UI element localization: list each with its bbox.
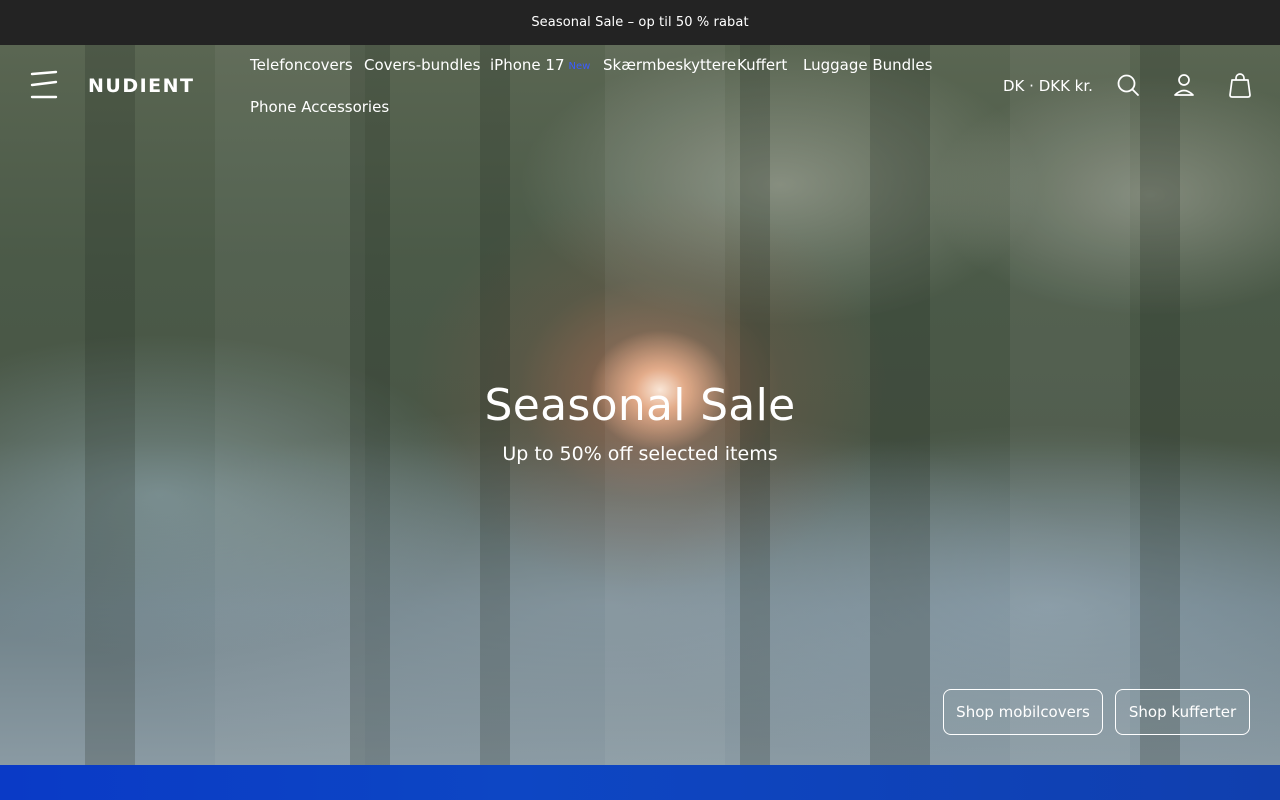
bag-icon [1228, 72, 1252, 102]
account-icon [1173, 73, 1195, 101]
hero-title: Seasonal Sale [484, 380, 796, 431]
nav-item-label: iPhone 17 [490, 56, 565, 74]
shop-kufferter-button[interactable]: Shop kufferter [1115, 689, 1250, 735]
nav-item-telefoncovers[interactable]: Telefoncovers [250, 56, 353, 74]
nav-item-luggage-bundles[interactable]: Luggage Bundles [803, 56, 932, 74]
account-button[interactable] [1170, 73, 1198, 101]
nav-item-phone-accessories[interactable]: Phone Accessories [250, 98, 389, 116]
nav-item-iphone-17[interactable]: iPhone 17 New [490, 56, 590, 74]
search-button[interactable] [1114, 73, 1142, 101]
currency-selector[interactable]: DK · DKK kr. [1003, 77, 1093, 95]
menu-icon [30, 70, 58, 104]
nav-item-label: Covers-bundles [364, 56, 481, 74]
announcement-bar[interactable]: Seasonal Sale – op til 50 % rabat [0, 0, 1280, 45]
nav-item-label: Phone Accessories [250, 98, 390, 116]
nav-item-label: Kuffert [737, 56, 788, 74]
next-section-preview [0, 765, 1280, 800]
hero-subtitle: Up to 50% off selected items [502, 443, 778, 465]
nav-item-label: Telefoncovers [250, 56, 353, 74]
menu-button[interactable] [26, 70, 62, 104]
nav-item-label: Skærmbeskyttere [603, 56, 737, 74]
nav-item-skaermbeskyttere[interactable]: Skærmbeskyttere [603, 56, 736, 74]
cart-button[interactable] [1226, 72, 1254, 102]
shop-mobilcovers-button[interactable]: Shop mobilcovers [943, 689, 1103, 735]
site-logo[interactable]: NUDIENT [88, 75, 195, 99]
new-badge: New [568, 61, 591, 72]
nav-item-label: Luggage Bundles [803, 56, 933, 74]
nav-item-covers-bundles[interactable]: Covers-bundles [364, 56, 480, 74]
search-icon [1116, 73, 1140, 101]
nav-item-kuffert[interactable]: Kuffert [737, 56, 787, 74]
announcement-text[interactable]: Seasonal Sale – op til 50 % rabat [531, 15, 748, 30]
